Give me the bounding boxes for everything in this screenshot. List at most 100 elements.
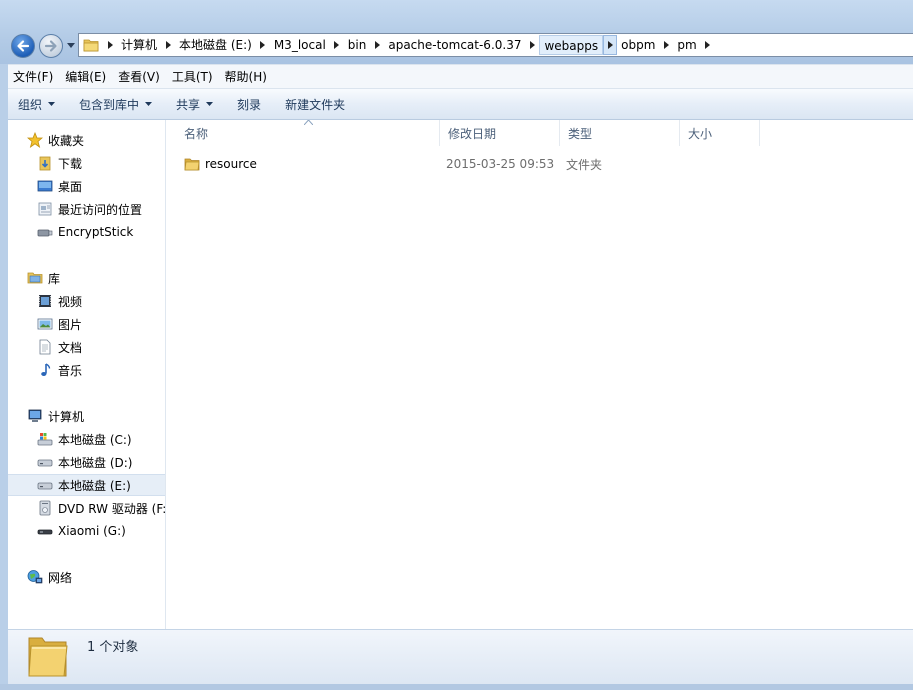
window-frame-left (0, 64, 8, 684)
organize-label: 组织 (18, 97, 43, 112)
column-header-type[interactable]: 类型 (560, 120, 680, 146)
organize-button[interactable]: 组织 (18, 96, 56, 113)
menu-edit[interactable]: 编辑(E) (60, 66, 111, 88)
menu-file[interactable]: 文件(F) (8, 66, 58, 88)
downloads-folder-icon (39, 156, 51, 171)
breadcrumb-separator[interactable] (161, 41, 175, 49)
breadcrumb-separator[interactable] (256, 41, 270, 49)
desktop-icon (37, 180, 53, 192)
removable-drive-icon (37, 529, 53, 535)
nav-item-pictures[interactable]: 图片 (8, 313, 165, 335)
nav-item-label: 文档 (58, 340, 83, 355)
nav-item-drive-e[interactable]: 本地磁盘 (E:) (8, 474, 165, 496)
nav-item-label: 图片 (58, 317, 83, 332)
nav-item-drive-d[interactable]: 本地磁盘 (D:) (8, 451, 165, 473)
chevron-down-icon (48, 102, 56, 106)
chevron-right-icon (260, 41, 266, 49)
back-button[interactable] (11, 34, 35, 58)
breadcrumb-webapps[interactable]: webapps (539, 35, 604, 55)
column-header-date[interactable]: 修改日期 (440, 120, 560, 146)
breadcrumb-m3-local[interactable]: M3_local (270, 34, 330, 56)
usb-stick-icon (37, 229, 53, 237)
breadcrumb-pm[interactable]: pm (673, 34, 700, 56)
chevron-right-icon (705, 41, 711, 49)
menu-view[interactable]: 查看(V) (113, 66, 165, 88)
nav-item-label: 本地磁盘 (E:) (58, 478, 131, 493)
nav-computer-label: 计算机 (48, 409, 85, 424)
file-name-label: resource (205, 157, 257, 171)
breadcrumb-separator[interactable] (103, 41, 117, 49)
breadcrumb-bin[interactable]: bin (344, 34, 371, 56)
nav-item-drive-c[interactable]: 本地磁盘 (C:) (8, 428, 165, 450)
video-icon (39, 295, 51, 307)
breadcrumb-tomcat[interactable]: apache-tomcat-6.0.37 (384, 34, 525, 56)
computer-icon (28, 409, 42, 422)
back-arrow-icon (17, 40, 30, 52)
nav-item-label: DVD RW 驱动器 (F: (58, 501, 166, 516)
file-row-resource[interactable]: resource 2015-03-25 09:53 文件夹 (184, 154, 744, 174)
menu-tools[interactable]: 工具(T) (167, 66, 218, 88)
breadcrumb-separator[interactable] (525, 41, 539, 49)
nav-item-desktop[interactable]: 桌面 (8, 175, 165, 197)
music-note-icon (41, 363, 51, 376)
details-pane: 1 个对象 (8, 629, 913, 684)
breadcrumb-separator[interactable] (330, 41, 344, 49)
file-type: 文件夹 (566, 157, 603, 172)
nav-item-xiaomi[interactable]: Xiaomi (G:) (8, 520, 165, 542)
nav-item-label: 音乐 (58, 363, 83, 378)
breadcrumb-separator[interactable] (659, 41, 673, 49)
folder-icon (28, 637, 68, 677)
nav-item-music[interactable]: 音乐 (8, 359, 165, 381)
forward-button[interactable] (39, 34, 63, 58)
nav-favorites-label: 收藏夹 (48, 133, 85, 148)
column-header-size[interactable]: 大小 (680, 120, 760, 146)
nav-item-encryptstick[interactable]: EncryptStick (8, 221, 165, 243)
share-button[interactable]: 共享 (176, 96, 214, 113)
nav-computer[interactable]: 计算机 (8, 405, 165, 427)
nav-item-videos[interactable]: 视频 (8, 290, 165, 312)
dvd-drive-icon (39, 500, 51, 516)
new-folder-button[interactable]: 新建文件夹 (285, 96, 345, 113)
breadcrumb-obpm[interactable]: obpm (617, 34, 659, 56)
column-header-name[interactable]: 名称 (176, 120, 440, 146)
nav-item-downloads[interactable]: 下载 (8, 152, 165, 174)
nav-item-recent-places[interactable]: 最近访问的位置 (8, 198, 165, 220)
chevron-right-icon (663, 41, 669, 49)
nav-item-documents[interactable]: 文档 (8, 336, 165, 358)
menu-help[interactable]: 帮助(H) (220, 66, 272, 88)
item-count: 1 个对象 (87, 640, 139, 655)
include-in-library-label: 包含到库中 (79, 97, 140, 112)
file-modified-date: 2015-03-25 09:53 (446, 157, 555, 171)
chevron-right-icon (607, 41, 613, 49)
nav-item-label: 视频 (58, 294, 83, 309)
address-bar[interactable]: 计算机 本地磁盘 (E:) M3_local bin apache-tomcat… (78, 33, 913, 57)
nav-item-label: 下载 (58, 156, 83, 171)
nav-libraries[interactable]: 库 (8, 267, 165, 289)
nav-favorites[interactable]: 收藏夹 (8, 129, 165, 151)
folder-icon (83, 39, 99, 52)
burn-button[interactable]: 刻录 (237, 96, 261, 113)
chevron-right-icon (165, 41, 171, 49)
breadcrumb-separator[interactable] (701, 41, 715, 49)
chevron-right-icon (374, 41, 380, 49)
nav-item-dvd-drive[interactable]: DVD RW 驱动器 (F: (8, 497, 166, 519)
nav-item-label: 最近访问的位置 (58, 202, 143, 217)
nav-network[interactable]: 网络 (8, 566, 165, 588)
recent-places-icon (38, 202, 52, 216)
file-list-view[interactable]: 名称 修改日期 类型 大小 resource 2015-03-25 09:53 … (166, 120, 913, 629)
nav-libraries-label: 库 (48, 271, 61, 286)
chevron-right-icon (107, 41, 113, 49)
menu-bar: 文件(F) 编辑(E) 查看(V) 工具(T) 帮助(H) (8, 64, 913, 89)
navigation-pane: 收藏夹 下载 桌面 最近访问的位置 EncryptStick 库 视频 图片 文… (8, 120, 166, 629)
breadcrumb-separator[interactable] (370, 41, 384, 49)
hard-drive-icon (37, 482, 53, 490)
chevron-down-icon (206, 102, 214, 106)
breadcrumb-computer[interactable]: 计算机 (117, 34, 161, 56)
nav-item-label: Xiaomi (G:) (58, 524, 126, 538)
recent-pages-button[interactable] (65, 40, 77, 52)
include-in-library-button[interactable]: 包含到库中 (79, 96, 153, 113)
nav-network-label: 网络 (48, 570, 73, 585)
breadcrumb-separator-active[interactable] (603, 35, 618, 55)
network-icon (27, 570, 43, 584)
breadcrumb-drive-e[interactable]: 本地磁盘 (E:) (175, 34, 256, 56)
